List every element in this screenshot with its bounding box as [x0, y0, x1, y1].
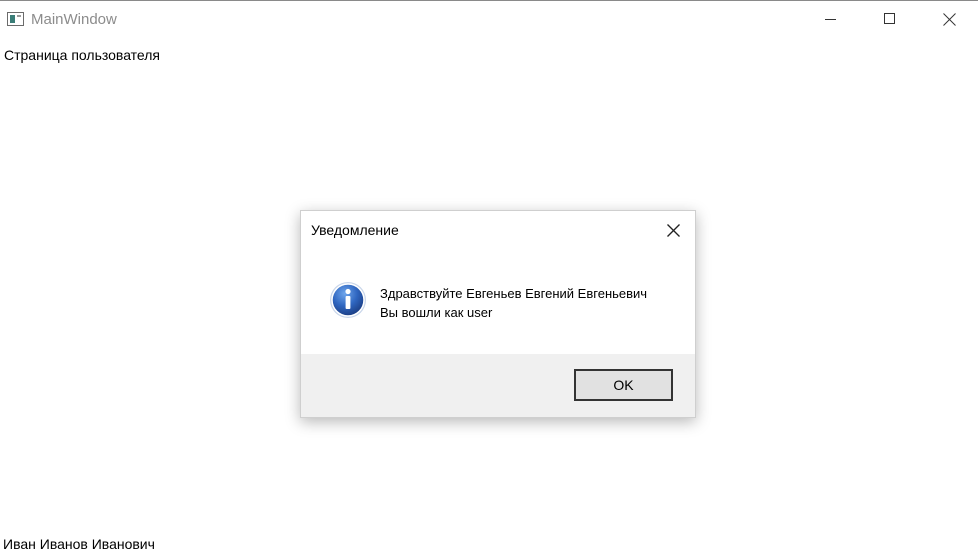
dialog-title: Уведомление [311, 222, 399, 238]
close-icon [667, 224, 680, 237]
user-name-label: Иван Иванов Иванович [3, 536, 155, 552]
page-title: Страница пользователя [4, 47, 160, 63]
dialog-footer: OK [301, 354, 695, 417]
minimize-button[interactable] [808, 1, 854, 38]
window-title: MainWindow [31, 11, 117, 28]
maximize-icon [884, 13, 895, 24]
minimize-icon [825, 19, 836, 20]
ok-button[interactable]: OK [574, 369, 673, 401]
dialog-close-button[interactable] [657, 215, 689, 245]
maximize-button[interactable] [867, 1, 913, 38]
info-icon [330, 282, 366, 318]
close-icon [943, 13, 956, 26]
app-icon [7, 12, 24, 26]
notification-dialog: Уведомление Здравствуйте Евгеньев Евгени… [300, 210, 696, 418]
title-bar[interactable]: MainWindow [0, 1, 978, 38]
message-line: Вы вошли как user [380, 305, 493, 320]
dialog-message: Здравствуйте Евгеньев Евгений Евгеньевич… [380, 284, 647, 322]
close-button[interactable] [926, 1, 972, 38]
message-line: Здравствуйте Евгеньев Евгений Евгеньевич [380, 286, 648, 301]
